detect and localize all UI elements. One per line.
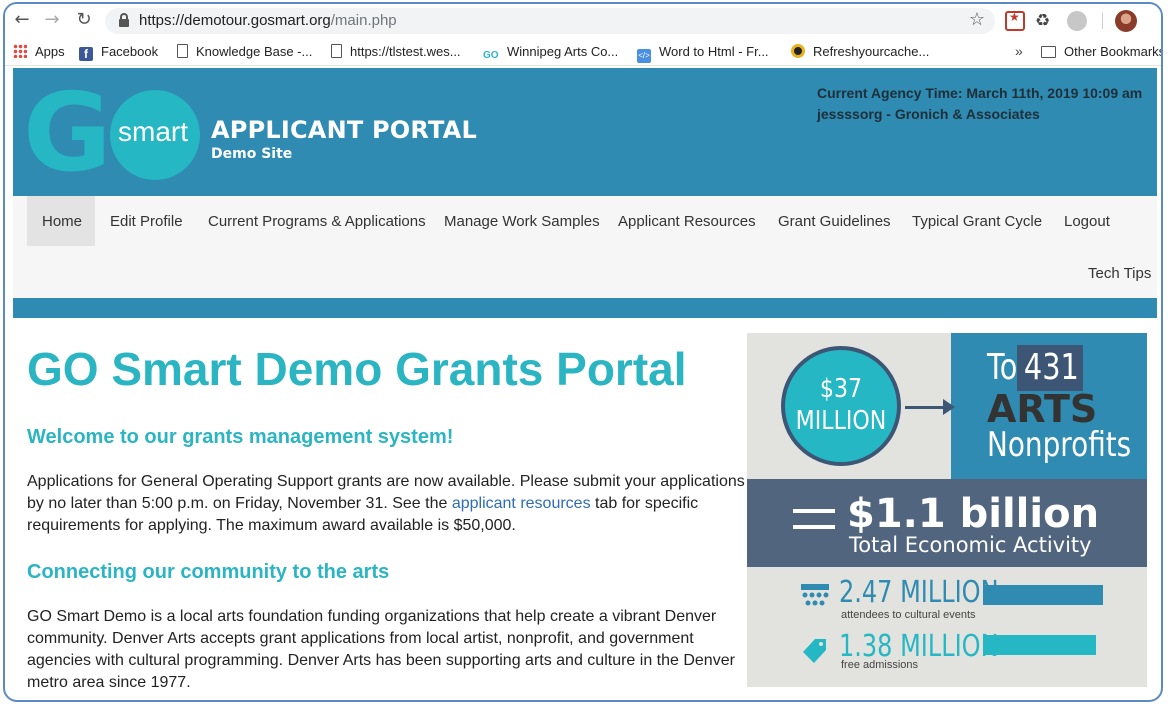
nav-current-programs[interactable]: Current Programs & Applications (193, 196, 441, 246)
impact-infographic: $37 MILLION To 431 ARTS Nonprofits $1.1 … (747, 333, 1147, 687)
bookmark-winnipeg[interactable]: GO Winnipeg Arts Co... (483, 44, 618, 64)
nav-typical-grant-cycle[interactable]: Typical Grant Cycle (897, 196, 1057, 246)
profile-avatar[interactable] (1115, 10, 1137, 32)
economic-total: $1.1 billion (847, 491, 1100, 537)
more-bookmarks-chevron-icon[interactable]: » (1015, 43, 1023, 59)
recycle-icon[interactable]: ♻ (1035, 11, 1055, 31)
other-bookmarks-folder[interactable]: Other Bookmarks (1041, 44, 1161, 59)
page-icon (177, 44, 188, 58)
welcome-paragraph: Applications for General Operating Suppo… (27, 473, 745, 534)
nonprofit-count: 431 (1017, 345, 1083, 391)
portal-subtitle: Demo Site (211, 146, 293, 162)
lock-icon (119, 13, 129, 28)
folder-icon (1041, 46, 1056, 58)
bookmarks-bar: Apps f Facebook Knowledge Base -... https… (5, 38, 1161, 66)
applicant-resources-link[interactable]: applicant resources (452, 495, 591, 512)
main-nav: Home Edit Profile Current Programs & App… (13, 196, 1157, 298)
apps-grid-icon (13, 44, 27, 58)
economic-activity-panel: $1.1 billion Total Economic Activity (747, 479, 1147, 567)
community-heading: Connecting our community to the arts (27, 561, 390, 583)
welcome-heading: Welcome to our grants management system! (27, 426, 454, 448)
agency-time: Current Agency Time: March 11th, 2019 10… (817, 85, 1143, 101)
bookmark-refreshyourcache[interactable]: Refreshyourcache... (791, 44, 929, 59)
attendees-label: attendees to cultural events (841, 609, 976, 621)
nonprofits-label: Nonprofits (987, 425, 1132, 465)
nav-manage-work-samples[interactable]: Manage Work Samples (429, 196, 615, 246)
portal-title: APPLICANT PORTAL (211, 116, 477, 144)
toolbar-divider (1102, 13, 1103, 29)
browser-window: ← → ↻ https://demotour.gosmart.org/main.… (3, 2, 1163, 702)
attendees-bar (983, 585, 1103, 605)
bookmark-apps[interactable]: Apps (13, 44, 65, 59)
site-header: G smart APPLICANT PORTAL Demo Site Curre… (13, 68, 1157, 196)
header-divider-strip (13, 298, 1157, 318)
arrow-line (905, 406, 947, 409)
bookmark-facebook[interactable]: f Facebook (79, 44, 158, 61)
browser-toolbar: ← → ↻ https://demotour.gosmart.org/main.… (5, 4, 1161, 38)
free-admissions-bar (983, 635, 1096, 655)
extension-icon[interactable] (1005, 10, 1025, 31)
back-arrow-icon[interactable]: ← (11, 9, 33, 31)
url-text[interactable]: https://demotour.gosmart.org/main.php (139, 12, 397, 29)
bookmark-word-to-html[interactable]: </> Word to Html - Fr... (637, 44, 769, 63)
economic-label: Total Economic Activity (849, 533, 1092, 557)
facebook-icon: f (79, 47, 93, 61)
page-title: GO Smart Demo Grants Portal (27, 343, 687, 395)
audience-icon (801, 584, 829, 606)
nav-grant-guidelines[interactable]: Grant Guidelines (763, 196, 906, 246)
bookmark-knowledge-base[interactable]: Knowledge Base -... (177, 44, 312, 59)
bookmark-star-icon[interactable]: ☆ (969, 9, 985, 30)
nav-tech-tips[interactable]: Tech Tips (1073, 248, 1161, 298)
free-admissions-label: free admissions (841, 659, 919, 671)
community-paragraph: GO Smart Demo is a local arts foundation… (27, 608, 735, 691)
bookmark-tlstest[interactable]: https://tlstest.wes... (331, 44, 461, 59)
address-bar[interactable]: https://demotour.gosmart.org/main.php ☆ (105, 8, 995, 34)
gosmart-icon: GO (483, 50, 499, 61)
extension-icon[interactable] (1067, 11, 1087, 31)
funding-circle: $37 MILLION (781, 346, 901, 466)
equals-icon (793, 509, 835, 513)
attendees-stat: 2.47 MILLION (839, 575, 999, 610)
code-icon: </> (637, 49, 651, 63)
nav-home[interactable]: Home (27, 196, 95, 246)
forward-arrow-icon[interactable]: → (41, 9, 63, 31)
arrow-right-icon (943, 399, 955, 415)
ticket-tag-icon (803, 639, 826, 663)
page-icon (331, 44, 342, 58)
nav-logout[interactable]: Logout (1049, 196, 1125, 246)
nav-applicant-resources[interactable]: Applicant Resources (603, 196, 771, 246)
agency-organization: jessssorg - Gronich & Associates (817, 106, 1040, 122)
refresh-site-icon (791, 44, 805, 58)
reload-icon[interactable]: ↻ (73, 9, 95, 31)
gosmart-logo[interactable]: G (23, 80, 112, 188)
to-label: To (987, 347, 1018, 388)
nav-edit-profile[interactable]: Edit Profile (95, 196, 198, 246)
logo-smart-text: smart (118, 116, 188, 147)
